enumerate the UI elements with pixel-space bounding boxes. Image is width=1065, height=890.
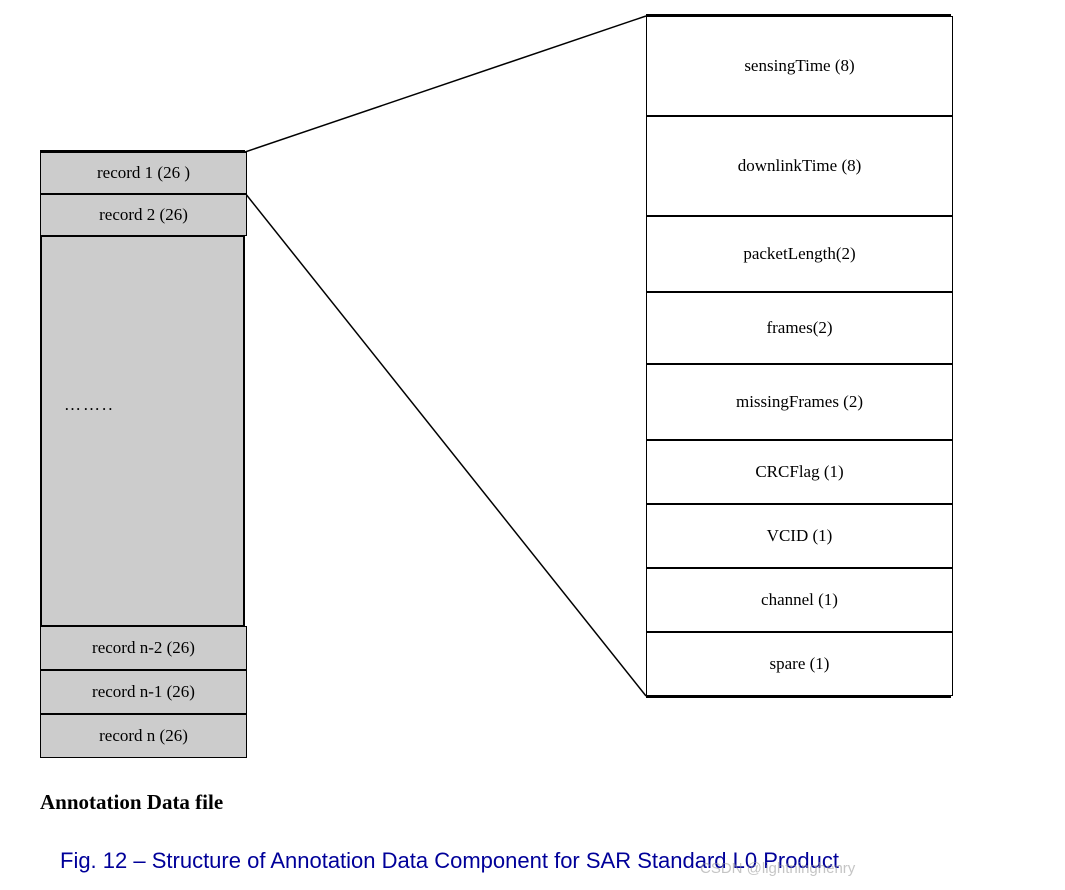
watermark-text: CSDN @lightninghenry <box>700 860 855 877</box>
annotation-file-box: record 1 (26 ) record 2 (26) …….. record… <box>40 150 245 758</box>
ellipsis-area: …….. <box>42 236 243 626</box>
field-vcid-label: VCID (1) <box>767 526 833 546</box>
record-2-cell: record 2 (26) <box>40 194 247 236</box>
record-n-minus-2-label: record n-2 (26) <box>92 638 195 658</box>
record-n-minus-1-label: record n-1 (26) <box>92 682 195 702</box>
record-structure-box: sensingTime (8) downlinkTime (8) packetL… <box>646 14 951 698</box>
ellipsis-text: …….. <box>64 395 115 415</box>
record-n-minus-1-cell: record n-1 (26) <box>40 670 247 714</box>
field-sensingtime-label: sensingTime (8) <box>744 56 854 76</box>
field-packetlength-label: packetLength(2) <box>743 244 855 264</box>
record-2-label: record 2 (26) <box>99 205 188 225</box>
field-crcflag-label: CRCFlag (1) <box>755 462 843 482</box>
field-channel-label: channel (1) <box>761 590 838 610</box>
field-sensingtime: sensingTime (8) <box>646 16 953 116</box>
record-n-cell: record n (26) <box>40 714 247 758</box>
field-packetlength: packetLength(2) <box>646 216 953 292</box>
field-missingframes-label: missingFrames (2) <box>736 392 863 412</box>
record-n-label: record n (26) <box>99 726 188 746</box>
field-downlinktime-label: downlinkTime (8) <box>738 156 862 176</box>
field-channel: channel (1) <box>646 568 953 632</box>
field-missingframes: missingFrames (2) <box>646 364 953 440</box>
field-crcflag: CRCFlag (1) <box>646 440 953 504</box>
field-frames: frames(2) <box>646 292 953 364</box>
field-spare-label: spare (1) <box>770 654 830 674</box>
diagram-container: record 1 (26 ) record 2 (26) …….. record… <box>0 0 1065 890</box>
record-1-label: record 1 (26 ) <box>97 163 190 183</box>
record-n-minus-2-cell: record n-2 (26) <box>40 626 247 670</box>
field-vcid: VCID (1) <box>646 504 953 568</box>
record-1-cell: record 1 (26 ) <box>40 152 247 194</box>
field-downlinktime: downlinkTime (8) <box>646 116 953 216</box>
field-frames-label: frames(2) <box>766 318 832 338</box>
annotation-file-title: Annotation Data file <box>40 790 223 815</box>
field-spare: spare (1) <box>646 632 953 696</box>
